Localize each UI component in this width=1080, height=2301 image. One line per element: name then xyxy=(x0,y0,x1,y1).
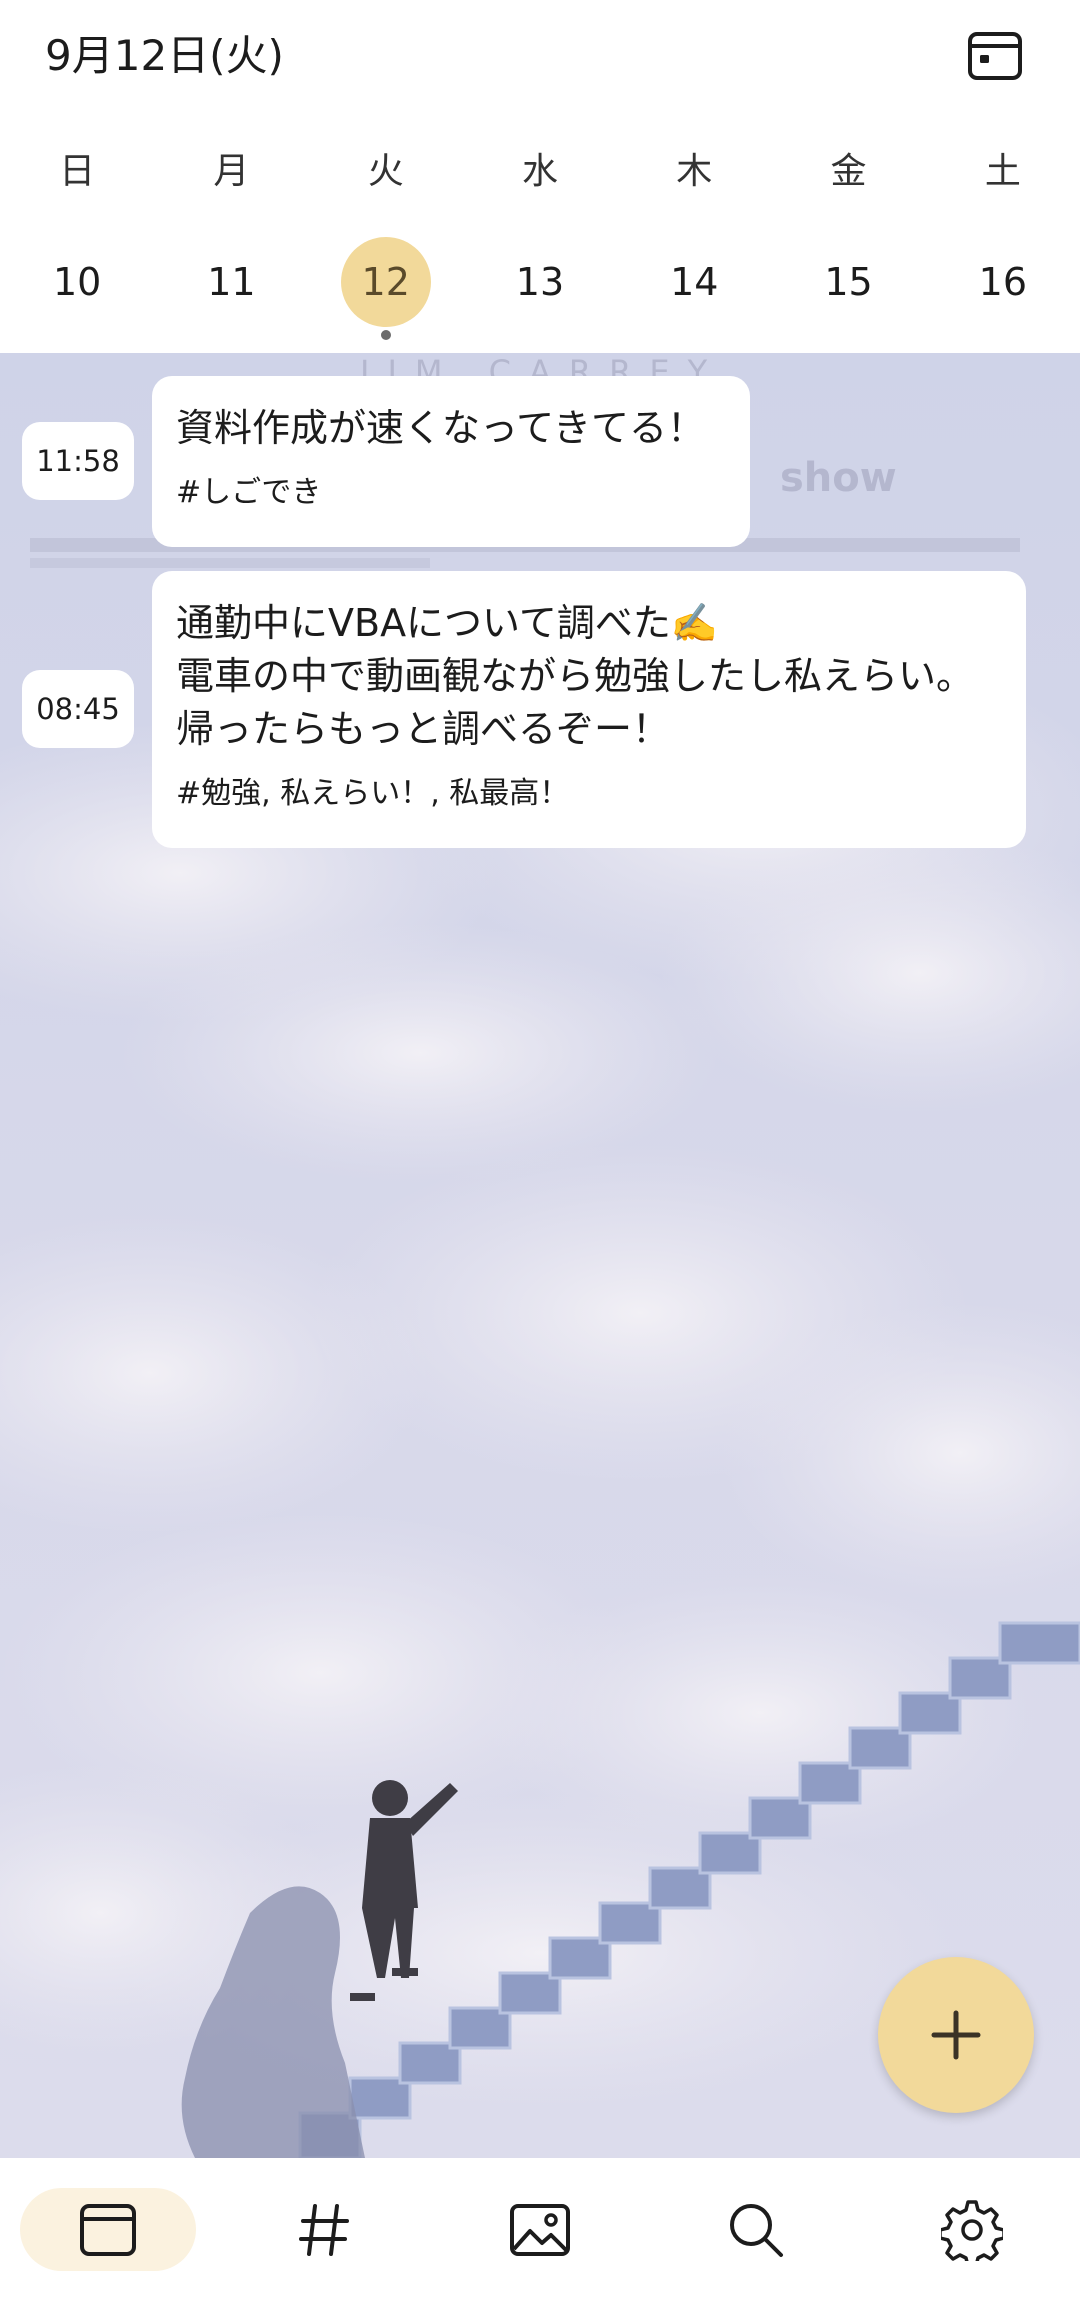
day-12-selected[interactable]: 12 xyxy=(340,237,431,327)
weekday-row: 日 月 火 水 木 金 土 xyxy=(0,138,1080,198)
weekday-label: 金 xyxy=(830,151,867,192)
entry-text: 資料作成が速くなってきてる！ xyxy=(176,406,705,450)
weekday-label: 水 xyxy=(521,151,558,192)
day-15[interactable]: 15 xyxy=(804,237,894,327)
entry-card[interactable]: 通勤中にVBAについて調べた✍️ 電車の中で動画観ながら勉強したし私えらい。 帰… xyxy=(152,571,1026,848)
nav-gallery[interactable] xyxy=(432,2158,648,2301)
day-11[interactable]: 11 xyxy=(186,237,276,327)
calendar-view-button[interactable] xyxy=(960,26,1030,86)
diary-app: show JIM CARREY 9月12日(火) 日 月 火 水 木 金 土 1… xyxy=(0,0,1080,2301)
entry-time-badge: 11:58 xyxy=(22,422,134,500)
entry-tags: #しごでき xyxy=(176,475,322,510)
calendar-icon xyxy=(80,2203,136,2256)
bottom-navigation xyxy=(0,2158,1080,2301)
entry-tags: #勉強, 私えらい！, 私最高！ xyxy=(176,776,570,811)
nav-settings[interactable] xyxy=(864,2158,1080,2301)
settings-gear-icon xyxy=(941,2199,1003,2261)
weekday-label: 火 xyxy=(367,151,404,192)
hashtag-icon xyxy=(299,2203,349,2256)
has-entry-dot xyxy=(380,330,391,340)
weekday-label: 月 xyxy=(213,151,250,192)
day-10[interactable]: 10 xyxy=(32,237,122,327)
entry-card[interactable]: 資料作成が速くなってきてる！ #しごでき xyxy=(152,376,750,547)
header: 9月12日(火) 日 月 火 水 木 金 土 10 11 12 13 14 15… xyxy=(0,0,1080,353)
current-date-title[interactable]: 9月12日(火) xyxy=(45,28,284,84)
day-13[interactable]: 13 xyxy=(495,237,585,327)
svg-text:show: show xyxy=(780,455,897,501)
day-number-row: 10 11 12 13 14 15 16 xyxy=(0,232,1080,340)
nav-search[interactable] xyxy=(648,2158,864,2301)
nav-calendar[interactable] xyxy=(0,2158,216,2301)
plus-icon xyxy=(931,2010,981,2060)
weekday-label: 木 xyxy=(676,151,713,192)
add-entry-button[interactable] xyxy=(878,1957,1034,2113)
nav-tags[interactable] xyxy=(216,2158,432,2301)
weekday-label: 土 xyxy=(984,151,1021,192)
search-icon xyxy=(730,2203,783,2257)
day-16[interactable]: 16 xyxy=(958,237,1048,327)
entry-time-badge: 08:45 xyxy=(22,670,134,748)
image-icon xyxy=(510,2203,570,2256)
weekday-label: 日 xyxy=(59,151,96,192)
calendar-icon xyxy=(968,32,1022,80)
day-14[interactable]: 14 xyxy=(649,237,739,327)
entry-text: 通勤中にVBAについて調べた✍️ 電車の中で動画観ながら勉強したし私えらい。 帰… xyxy=(176,601,975,751)
